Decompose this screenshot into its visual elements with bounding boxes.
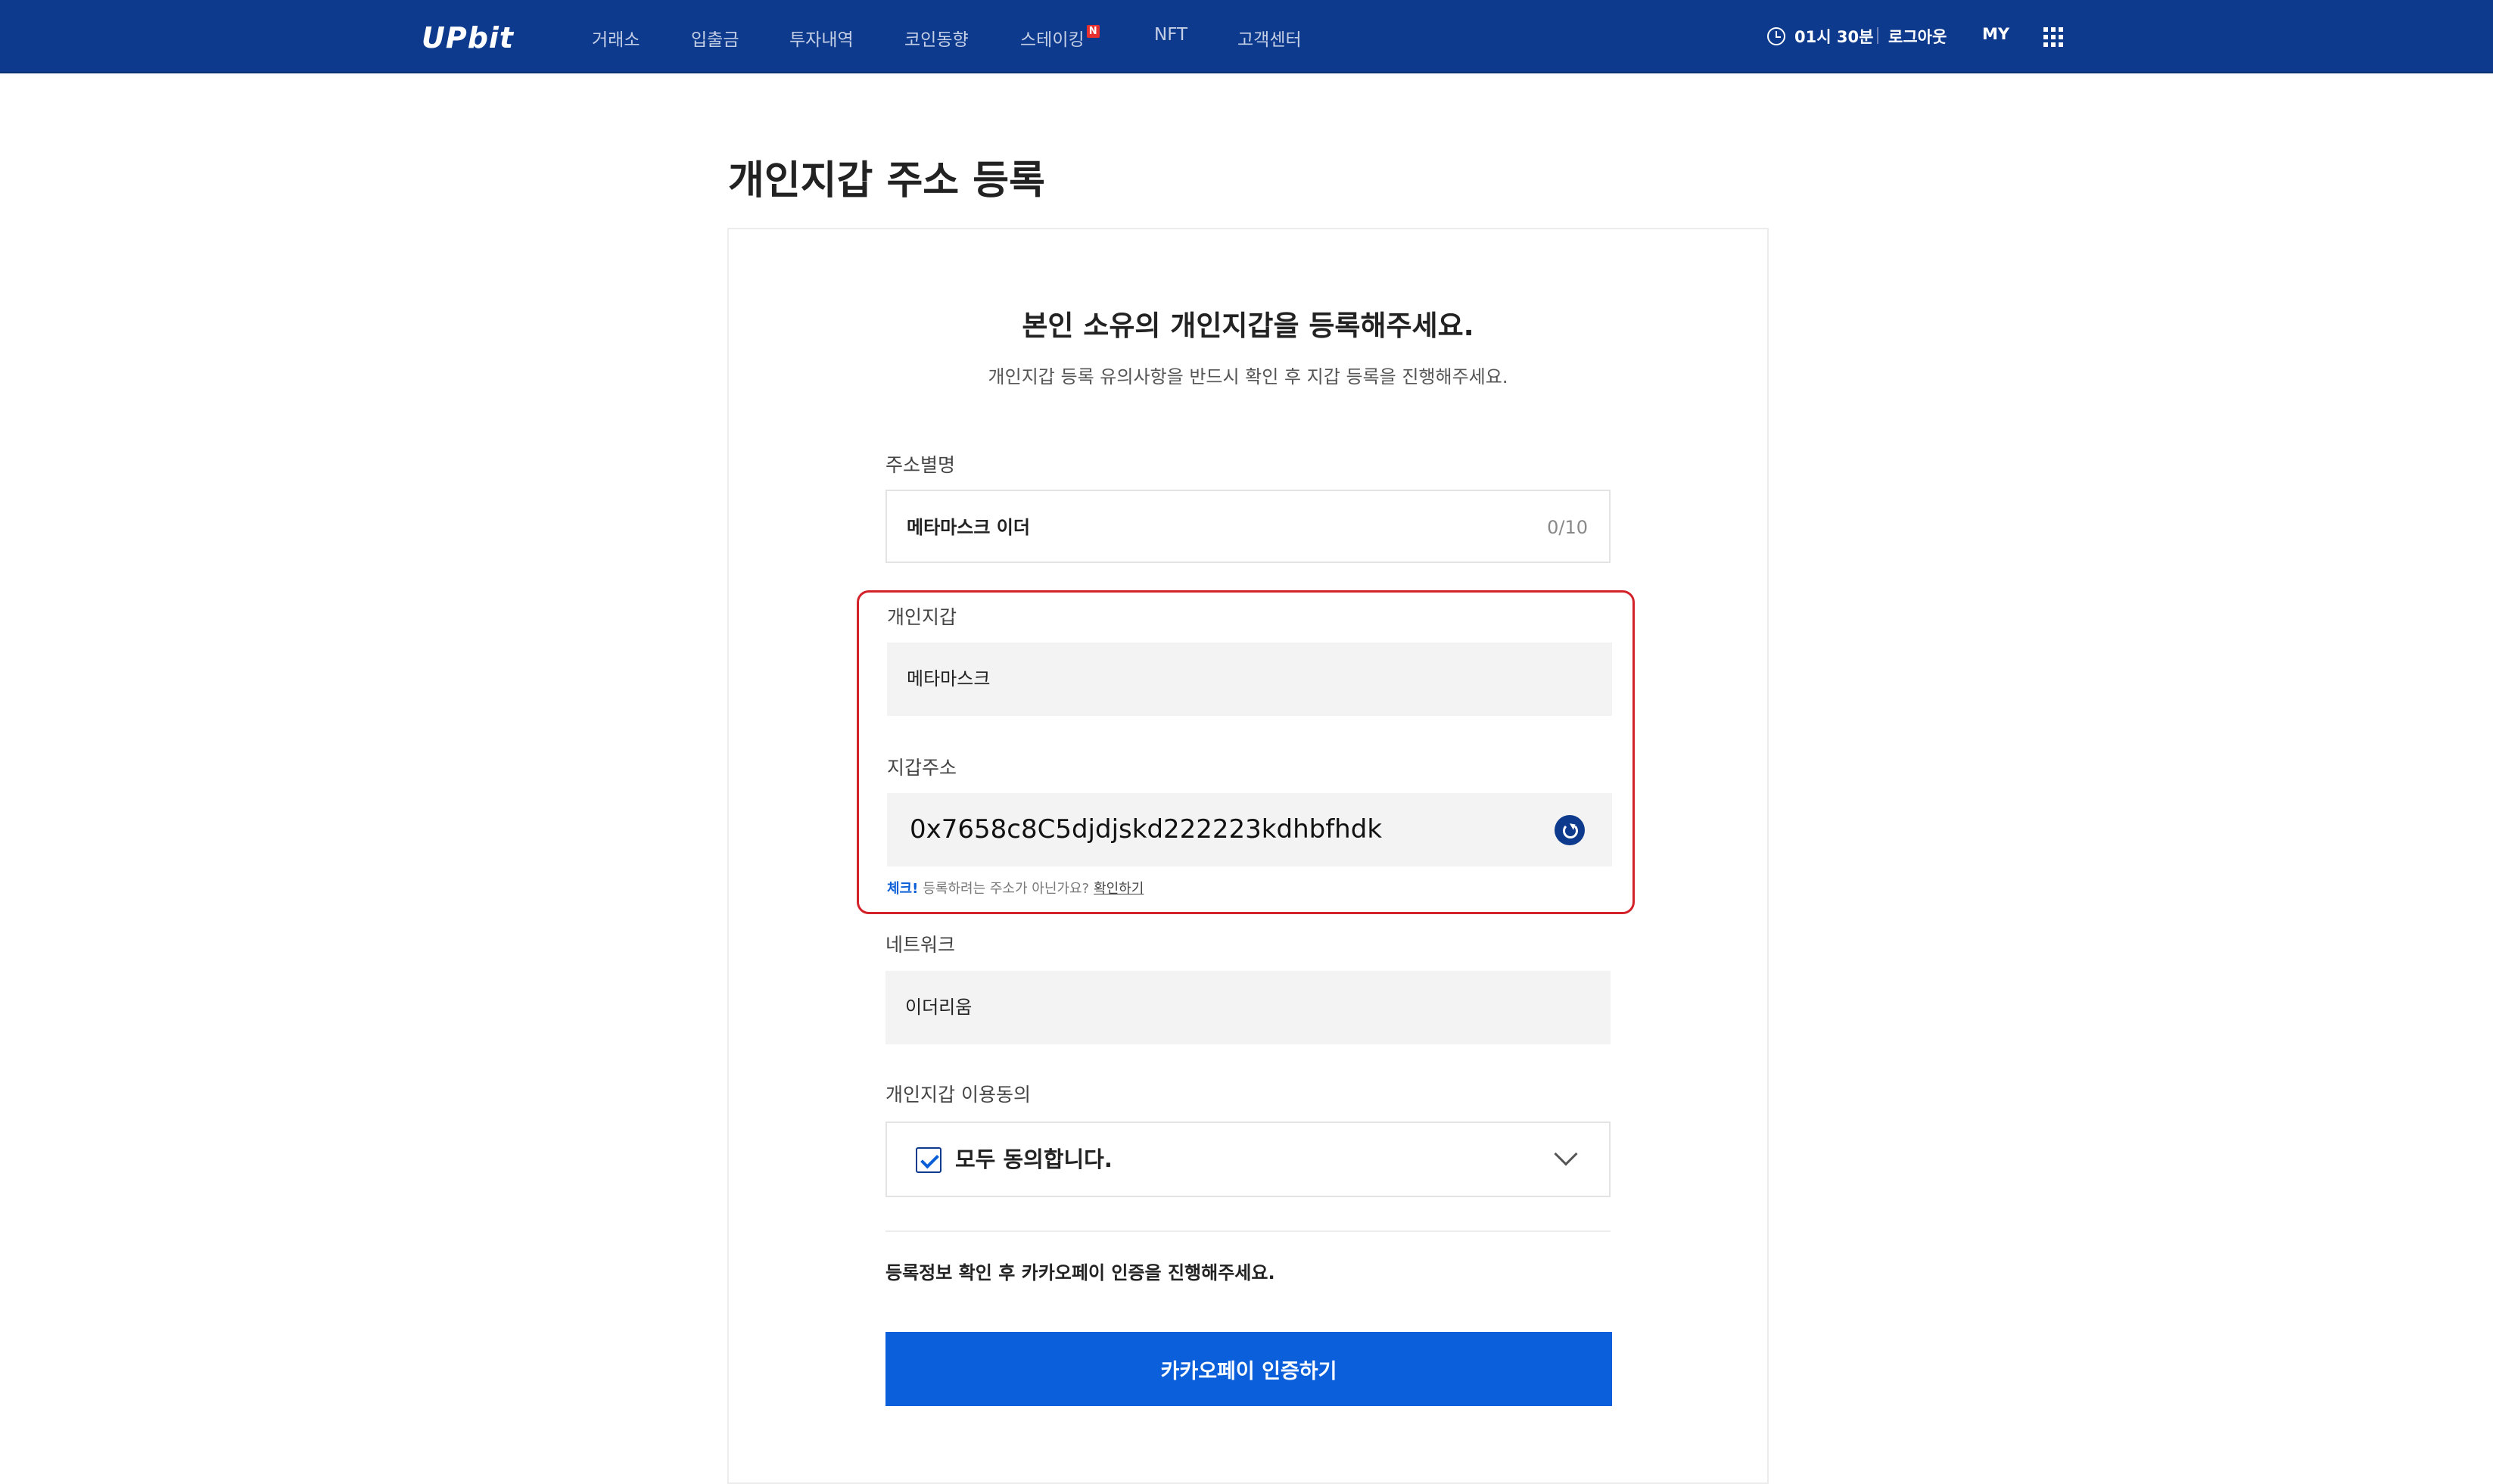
- verification-notice: 등록정보 확인 후 카카오페이 인증을 진행해주세요.: [885, 1262, 1275, 1283]
- card-heading: 본인 소유의 개인지갑을 등록해주세요.: [1022, 310, 1474, 342]
- wallet-label: 개인지갑: [887, 606, 957, 628]
- check-confirm-link[interactable]: 확인하기: [1094, 881, 1144, 897]
- address-check-note: 체크! 등록하려는 주소가 아닌가요? 확인하기: [887, 878, 1144, 898]
- network-value: 이더리움: [905, 997, 973, 1018]
- new-badge: N: [1086, 25, 1100, 38]
- wallet-field: 메타마스크: [887, 642, 1612, 716]
- clock-icon: [1767, 27, 1785, 45]
- nav-investment-history[interactable]: 투자내역: [789, 25, 854, 51]
- network-field: 이더리움: [885, 971, 1611, 1044]
- nav-nft[interactable]: NFT: [1154, 25, 1187, 45]
- agree-all-label: 모두 동의합니다.: [955, 1146, 1113, 1172]
- nav-staking[interactable]: 스테이킹 N: [1020, 25, 1100, 51]
- header-divider: [1877, 27, 1878, 44]
- chevron-down-icon[interactable]: [1554, 1142, 1578, 1166]
- wallet-value: 메타마스크: [907, 668, 991, 689]
- top-navigation-bar: UPbit 거래소 입출금 투자내역 코인동향 스테이킹 N NFT 고객센터 0…: [0, 0, 2493, 73]
- my-menu-link[interactable]: MY: [1982, 25, 2009, 43]
- page-title: 개인지갑 주소 등록: [728, 158, 1045, 204]
- nav-customer-center[interactable]: 고객센터: [1237, 25, 1302, 51]
- logout-link[interactable]: 로그아웃: [1888, 25, 1947, 48]
- nav-staking-label: 스테이킹: [1020, 30, 1085, 50]
- check-label: 체크!: [887, 881, 919, 897]
- nav-coin-trends[interactable]: 코인동향: [904, 25, 969, 51]
- card-subheading: 개인지갑 등록 유의사항을 반드시 확인 후 지갑 등록을 진행해주세요.: [988, 366, 1508, 387]
- alias-input[interactable]: 메타마스크 이더 0/10: [885, 490, 1611, 563]
- kakaopay-verify-button[interactable]: 카카오페이 인증하기: [885, 1332, 1612, 1406]
- agree-all-checkbox[interactable]: [916, 1147, 941, 1173]
- app-grid-icon[interactable]: [2043, 27, 2063, 47]
- network-label: 네트워크: [885, 934, 956, 956]
- check-text: 등록하려는 주소가 아닌가요?: [923, 881, 1090, 897]
- consent-dropdown[interactable]: 모두 동의합니다.: [885, 1122, 1611, 1197]
- session-timer[interactable]: 01시 30분: [1794, 25, 1873, 48]
- alias-label: 주소별명: [885, 454, 956, 476]
- refresh-icon[interactable]: [1555, 815, 1585, 845]
- address-label: 지갑주소: [887, 757, 957, 779]
- section-divider: [885, 1230, 1611, 1232]
- consent-label: 개인지갑 이용동의: [885, 1084, 1031, 1106]
- address-field: 0x7658c8C5djdjskd222223kdhbfhdk: [887, 793, 1612, 866]
- nav-deposit-withdraw[interactable]: 입출금: [691, 25, 739, 51]
- alias-input-value: 메타마스크 이더: [907, 517, 1030, 538]
- address-value: 0x7658c8C5djdjskd222223kdhbfhdk: [910, 814, 1383, 845]
- alias-char-counter: 0/10: [1547, 517, 1588, 538]
- nav-exchange[interactable]: 거래소: [592, 25, 640, 51]
- upbit-logo[interactable]: UPbit: [422, 21, 514, 54]
